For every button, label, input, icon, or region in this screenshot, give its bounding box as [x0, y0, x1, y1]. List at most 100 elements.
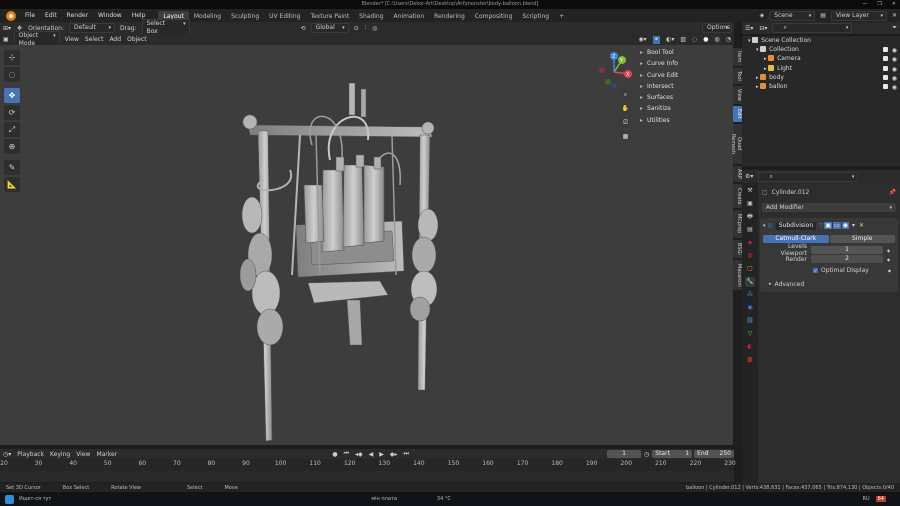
menu-edit[interactable]: Edit [40, 9, 62, 22]
n-tab-quad-remesh[interactable]: Quad Remesh [730, 124, 742, 164]
timeline-track[interactable] [0, 471, 734, 482]
expand-chevron-icon[interactable]: ▸ [769, 281, 772, 287]
menu-render[interactable]: Render [62, 9, 93, 22]
options-dropdown[interactable]: Options [702, 23, 732, 33]
overlay-icon[interactable]: ◐▾ [666, 36, 674, 43]
taskbar-search[interactable]: Ищет-ся тут [19, 496, 51, 502]
edit-mode-toggle-icon[interactable]: ▽ [819, 222, 824, 229]
xray-icon[interactable]: ▧ [680, 36, 686, 43]
addon-utilities[interactable]: ▸ Utilities [640, 115, 730, 126]
view-layer-close-icon[interactable]: ✕ [892, 12, 897, 19]
view-layer-selector[interactable]: View Layer [830, 10, 887, 21]
addon-intersect[interactable]: ▸ Intersect [640, 81, 730, 92]
move-tool-icon[interactable]: ✥ [4, 88, 20, 103]
outliner-row[interactable]: ▸ Camera ◉ [742, 54, 900, 63]
exclude-checkbox[interactable] [883, 74, 888, 80]
outliner-funnel-icon[interactable]: ⏷ [892, 24, 897, 32]
view-layer-props-icon[interactable]: ▤ [745, 225, 755, 235]
addon-sanitize[interactable]: ▸ Sanitize [640, 103, 730, 114]
perspective-grid-icon[interactable]: ▦ [620, 131, 631, 142]
viewport-menu-object[interactable]: Object [127, 36, 147, 43]
shading-material-icon[interactable]: ◍ [715, 36, 720, 43]
data-props-icon[interactable]: ▽ [745, 329, 755, 339]
render-props-icon[interactable]: ▣ [745, 199, 755, 209]
object-props-icon[interactable]: ▢ [745, 264, 755, 274]
viewport-menu-select[interactable]: Select [85, 36, 104, 43]
n-tab-create[interactable]: Create [733, 184, 742, 208]
addon-bool-tool[interactable]: ▸ Bool Tool [640, 47, 730, 58]
editor-type-icon[interactable]: ⊞▾ [3, 25, 11, 32]
visibility-eye-icon[interactable]: ◉ [892, 83, 897, 92]
next-key-icon[interactable]: ◆▸ [390, 451, 398, 458]
workspace-tab-modeling[interactable]: Modeling [189, 11, 226, 22]
tool-props-icon[interactable]: ⚒ [745, 186, 755, 196]
cursor-tool-icon[interactable]: ⊹ [4, 50, 20, 65]
optimal-display-label[interactable]: Optimal Display [821, 267, 869, 274]
object-name[interactable]: Cylinder.012 [772, 189, 810, 196]
addon-curve-info[interactable]: ▸ Curve Info [640, 58, 730, 69]
play-icon[interactable]: ▶ [379, 451, 384, 458]
viewport-menu-view[interactable]: View [65, 36, 79, 43]
zoom-icon[interactable]: ⌕ [620, 89, 631, 100]
scale-tool-icon[interactable]: ⤢ [4, 122, 20, 137]
transform-orientation-dropdown[interactable]: Global [310, 23, 349, 33]
minimize-button[interactable]: — [862, 0, 867, 9]
tab-catmull-clark[interactable]: Catmull-Clark [763, 235, 829, 243]
n-tab-edit[interactable]: Edit [733, 106, 742, 122]
scene-selector[interactable]: Scene [769, 10, 816, 21]
keyframe-dot-icon[interactable]: ◆ [887, 248, 890, 253]
record-icon[interactable]: ● [332, 451, 337, 458]
addon-surfaces[interactable]: ▸ Surfaces [640, 92, 730, 103]
annotate-tool-icon[interactable]: ✎ [4, 160, 20, 175]
maximize-button[interactable]: ❐ [877, 0, 881, 9]
properties-search-input[interactable]: ⌕ [758, 171, 859, 182]
shading-rendered-icon[interactable]: ◔ [726, 36, 731, 43]
addon-curve-edit[interactable]: ▸ Curve Edit [640, 70, 730, 81]
outliner-row[interactable]: ▾ Scene Collection [742, 36, 900, 45]
constraint-props-icon[interactable]: ⛓ [745, 316, 755, 326]
outliner-item-name[interactable]: ballon [769, 83, 787, 90]
viewport-menu-add[interactable]: Add [109, 36, 121, 43]
3d-viewport[interactable]: X Y Z ⌕ ✋ ⎚ ▦ [0, 45, 734, 445]
n-tab-view[interactable]: View [733, 86, 742, 104]
n-tab-tool[interactable]: Tool [733, 68, 742, 84]
menu-file[interactable]: File [20, 9, 40, 22]
outliner-item-name[interactable]: Scene Collection [761, 37, 811, 44]
material-props-icon[interactable]: ◐ [745, 342, 755, 352]
outliner-filter-icon[interactable]: ⊟▾ [759, 25, 767, 32]
particles-props-icon[interactable]: ⁂ [745, 290, 755, 300]
visibility-icon[interactable]: ◉▾ [638, 36, 646, 43]
properties-editor-icon[interactable]: ⚙▾ [745, 173, 753, 180]
keyframe-dot-icon-3[interactable]: ◆ [888, 268, 891, 273]
select-tool-icon[interactable]: ◌ [4, 67, 20, 82]
n-tab-item[interactable]: Item [733, 48, 742, 66]
measure-tool-icon[interactable]: 📐 [4, 177, 20, 192]
n-tab-arp[interactable]: ARP [733, 166, 742, 182]
outliner-item-name[interactable]: Collection [769, 46, 799, 53]
transform-orientation-icon[interactable]: ⟲ [301, 25, 306, 32]
timeline-ruler[interactable]: 20 30 40 50 60 70 80 90 100 110 120 130 140 150 160 170… [0, 459, 736, 471]
gizmo-toggle-icon[interactable]: ⌖ [652, 35, 661, 44]
outliner-search-input[interactable]: ⌕ [772, 23, 853, 33]
workspace-tab-uv-editing[interactable]: UV Editing [264, 11, 305, 22]
proportional-edit-icon[interactable]: ◎ [372, 25, 377, 32]
outliner-row[interactable]: ▸ body ◉ [742, 73, 900, 82]
camera-view-icon[interactable]: ⎚ [620, 117, 631, 128]
n-tab-bsgi[interactable]: BSGi [733, 240, 742, 258]
add-modifier-dropdown[interactable]: Add Modifier ▾ [762, 203, 896, 212]
play-reverse-icon[interactable]: ◀ [369, 451, 374, 458]
start-frame-field[interactable]: Start 1 [652, 450, 693, 458]
end-frame-field[interactable]: End 250 [694, 450, 734, 458]
jump-end-icon[interactable]: ⏭ [404, 450, 409, 458]
navigation-gizmo[interactable]: X Y Z [596, 52, 636, 92]
advanced-section[interactable]: ▸ Advanced [763, 280, 895, 288]
pivot-icon[interactable]: ⊙ [354, 25, 359, 32]
world-props-icon[interactable]: ◍ [745, 251, 755, 261]
workspace-tab-rendering[interactable]: Rendering [429, 11, 470, 22]
timeline-menu-keying[interactable]: Keying [50, 451, 70, 458]
render-levels-field[interactable]: 2 [811, 255, 883, 263]
cage-toggle-icon[interactable]: ▣ [824, 222, 833, 229]
modifier-name-field[interactable]: Subdivision [775, 221, 816, 230]
snap-icon[interactable]: ⫶ [365, 24, 367, 32]
n-tab-mcprep[interactable]: MCprep [733, 210, 742, 238]
